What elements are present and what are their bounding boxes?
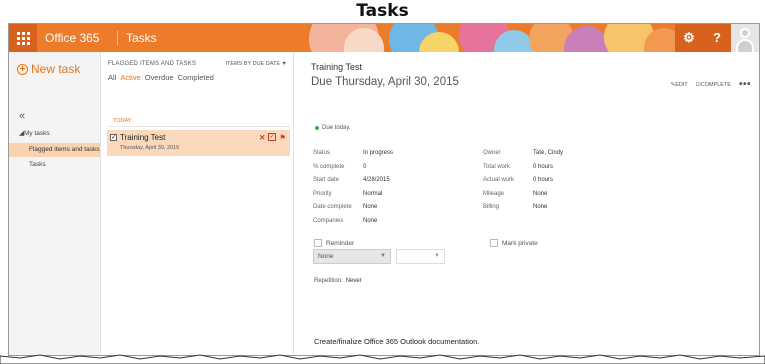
my-tasks-folder[interactable]: ◢My tasks (19, 129, 50, 137)
detail-due-date: Due Thursday, April 30, 2015 (311, 76, 459, 88)
field-value: 4/28/2015 (363, 177, 390, 183)
field-label: Priority (313, 191, 332, 197)
filter-tabs: All Active Overdue Completed (108, 73, 214, 82)
field-value: 0 hours (533, 164, 554, 170)
add-circle-icon: + (17, 63, 28, 75)
status-note-text: Due today. (322, 125, 351, 131)
help-button[interactable]: ? (703, 24, 731, 52)
field-value: None (363, 218, 378, 224)
complete-button[interactable]: ☑COMPLETE (696, 82, 731, 88)
app-launcher-button[interactable] (9, 24, 37, 52)
waffle-icon (16, 31, 30, 45)
field-value: Tate, Cindy (533, 150, 564, 156)
task-date: Thursday, April 30, 2015 (120, 145, 180, 151)
reminder-toggle[interactable]: Reminder (314, 239, 354, 247)
brand-name[interactable]: Office 365 (45, 31, 99, 45)
app-window: Office 365 Tasks ⚙ ? + New task « ◢My ta… (8, 23, 760, 356)
field-label: Billing (483, 204, 500, 210)
mark-complete-icon[interactable]: ✓ (268, 133, 277, 141)
chevron-down-icon: ▼ (434, 253, 440, 259)
field-value: 0 hours (533, 177, 554, 183)
app-name: Tasks (117, 31, 157, 45)
task-notes: Create/finalize Office 365 Outlook docum… (314, 337, 480, 346)
field-label: Companies (313, 218, 344, 224)
complete-label: COMPLETE (700, 82, 731, 88)
torn-edge (0, 354, 765, 364)
gear-icon: ⚙ (683, 30, 695, 45)
reminder-label: Reminder (326, 239, 355, 247)
field-value: 0 (363, 164, 367, 170)
person-icon (740, 28, 750, 38)
left-navigation: + New task « ◢My tasks Flagged items and… (9, 52, 101, 355)
field-label: Date complete (313, 204, 352, 210)
status-dot-icon (315, 126, 319, 130)
repetition-label: Repetition: (314, 278, 343, 284)
task-title: Training Test (120, 133, 166, 142)
repetition-row: Repetition: Never (314, 278, 362, 284)
reminder-select-value: None (318, 253, 334, 260)
status-note: Due today. (315, 125, 351, 131)
mark-private-toggle[interactable]: Mark private (490, 239, 538, 247)
new-task-button[interactable]: + New task (17, 62, 80, 76)
filter-completed[interactable]: Completed (178, 73, 214, 82)
reminder-select[interactable]: None ▼ (313, 249, 391, 264)
detail-title: Training Test (311, 62, 363, 72)
list-item[interactable]: ✓ Training Test Thursday, April 30, 2015… (107, 130, 290, 156)
list-header: FLAGGED ITEMS AND TASKS (108, 61, 197, 67)
edit-label: EDIT (675, 82, 688, 88)
sidebar-item-tasks[interactable]: Tasks (29, 161, 46, 168)
chevron-down-icon: ▼ (380, 253, 386, 259)
field-label: % complete (313, 164, 345, 170)
filter-overdue[interactable]: Overdue (145, 73, 174, 82)
new-task-label: New task (31, 62, 81, 76)
reminder-time-select[interactable]: ▼ (396, 249, 445, 264)
header-banner-art (309, 24, 699, 52)
repetition-value: Never (345, 278, 362, 284)
edit-button[interactable]: ✎EDIT (671, 82, 688, 88)
collapse-nav-button[interactable]: « (19, 110, 25, 122)
flag-icon[interactable]: ⚑ (279, 133, 286, 142)
task-actions: ✕ ✓ ⚑ (259, 133, 286, 142)
chevron-down-icon: ▼ (281, 61, 287, 67)
filter-active[interactable]: Active (120, 73, 140, 82)
help-icon: ? (713, 30, 721, 45)
settings-button[interactable]: ⚙ (675, 24, 703, 52)
top-bar: Office 365 Tasks ⚙ ? (9, 24, 759, 52)
detail-toolbar: ✎EDIT ☑COMPLETE ••• (671, 80, 751, 90)
mark-private-checkbox[interactable] (490, 239, 498, 247)
my-tasks-label: My tasks (24, 130, 50, 137)
task-list-pane: FLAGGED ITEMS AND TASKS ITEMS BY DUE DAT… (101, 52, 294, 355)
group-label-today: TODAY (113, 118, 132, 124)
field-value: Normal (363, 191, 383, 197)
field-label: Status (313, 150, 331, 156)
reminder-checkbox[interactable] (314, 239, 322, 247)
mark-private-label: Mark private (502, 239, 538, 247)
sort-dropdown[interactable]: ITEMS BY DUE DATE ▼ (226, 61, 288, 67)
sidebar-item-flagged[interactable]: Flagged items and tasks (9, 143, 100, 157)
field-label: Total work (483, 164, 511, 170)
divider (108, 126, 290, 127)
field-value: None (533, 204, 548, 210)
avatar[interactable] (731, 24, 759, 52)
task-detail-pane: Training Test Due Thursday, April 30, 20… (295, 52, 759, 355)
field-value: None (533, 191, 548, 197)
field-label: Start date (313, 177, 340, 183)
task-checkbox[interactable]: ✓ (110, 134, 117, 141)
delete-icon[interactable]: ✕ (259, 133, 265, 142)
field-label: Owner (483, 150, 501, 156)
filter-all[interactable]: All (108, 73, 116, 82)
field-value: In progress (363, 150, 394, 156)
more-options-button[interactable]: ••• (739, 80, 751, 90)
field-label: Actual work (483, 177, 515, 183)
document-title: Tasks (356, 1, 409, 21)
field-value: None (363, 204, 378, 210)
field-label: Mileage (483, 191, 505, 197)
sort-label: ITEMS BY DUE DATE (225, 61, 281, 67)
